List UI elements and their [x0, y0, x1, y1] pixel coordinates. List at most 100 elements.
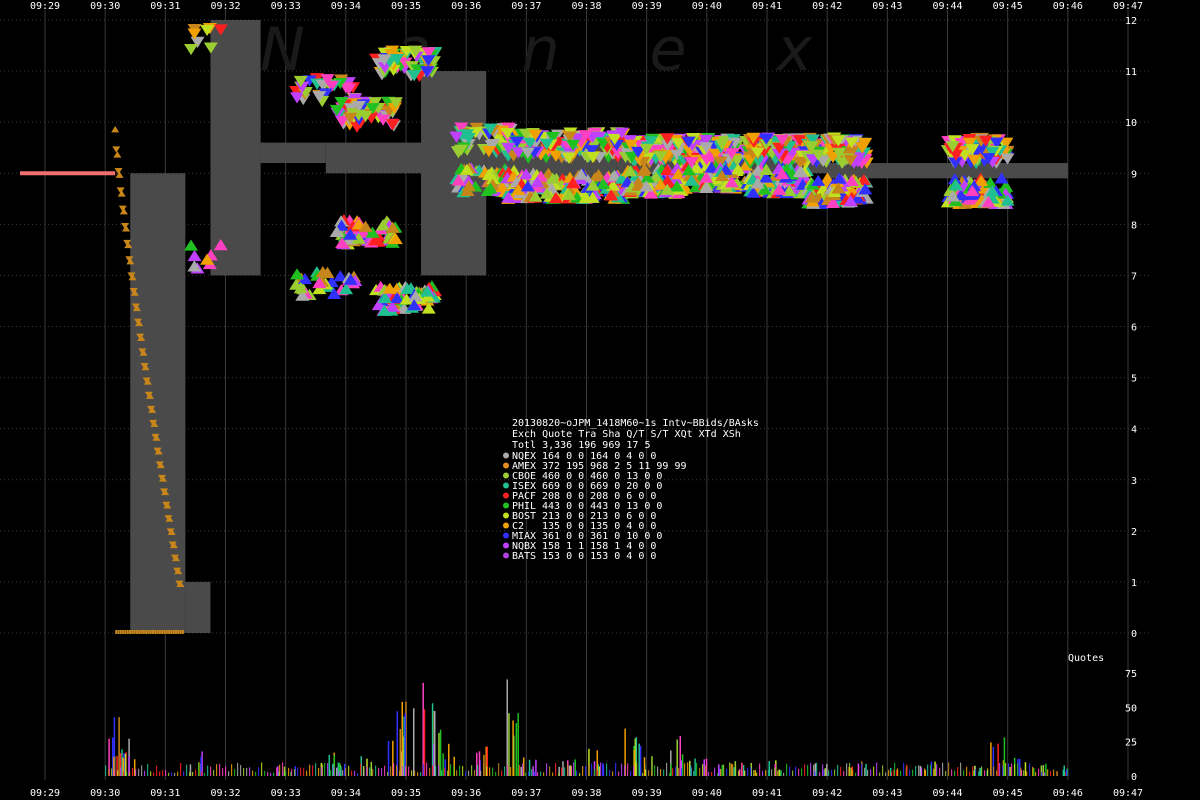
volume-tick-label: 75 [1125, 669, 1137, 680]
volume-bar [264, 770, 266, 776]
volume-bar [606, 763, 608, 776]
y-tick-label: 10 [1125, 118, 1137, 129]
volume-bar [792, 770, 794, 776]
quote-marker [119, 630, 122, 634]
volume-bar [504, 766, 506, 776]
x-tick-label: 09:45 [993, 788, 1023, 799]
volume-bar [690, 765, 692, 776]
y-tick-label: 12 [1125, 16, 1137, 27]
volume-bar [654, 765, 656, 776]
volume-bar [615, 762, 617, 776]
quote-marker [184, 43, 199, 56]
volume-bar [399, 770, 401, 776]
x-tick-label: 09:38 [571, 788, 601, 799]
volume-bar [321, 767, 323, 776]
quote-marker [126, 630, 129, 634]
volume-bar [756, 772, 758, 776]
volume-bar [456, 770, 458, 776]
x-tick-label: 09:36 [451, 1, 481, 12]
volume-bar [267, 772, 269, 776]
volume-bar [618, 771, 620, 776]
volume-bar [422, 682, 424, 776]
volume-bar [381, 768, 383, 776]
x-tick-label: 09:35 [391, 1, 421, 12]
volume-bar [114, 769, 116, 776]
volume-bar [453, 766, 455, 776]
volume-bar [201, 771, 203, 776]
volume-bar [411, 770, 413, 776]
exchange-legend-marker [503, 472, 509, 479]
volume-bar [207, 765, 209, 776]
volume-bar [891, 771, 893, 776]
volume-bar [588, 764, 590, 776]
volume-bar [516, 769, 518, 776]
quote-marker [187, 249, 202, 262]
volume-bar [718, 764, 720, 776]
x-tick-label: 09:29 [30, 788, 60, 799]
x-tick-label: 09:30 [90, 1, 120, 12]
quote-marker [142, 630, 145, 634]
volume-bar [384, 765, 386, 776]
volume-bar [729, 762, 731, 776]
stats-columns: Exch Quote Tra Sha Q/T S/T XQt XTd XSh [512, 429, 741, 440]
volume-bar [705, 765, 707, 776]
volume-bar [177, 771, 179, 776]
quote-marker [113, 151, 122, 158]
volume-bar [417, 772, 419, 776]
volume-bar [663, 769, 665, 776]
volume-bar [1053, 769, 1055, 776]
volume-bar [432, 765, 434, 776]
volume-bar [1041, 771, 1043, 776]
volume-bar [919, 765, 922, 776]
volume-bar [1032, 768, 1035, 776]
volume-bar [687, 762, 689, 776]
volume-bar [678, 768, 680, 776]
stats-row-exch: BATS [512, 551, 536, 562]
x-tick-label: 09:47 [1113, 788, 1143, 799]
volume-bar [558, 772, 560, 776]
volume-bar [447, 770, 449, 776]
volume-bar [942, 762, 944, 776]
volume-bar [228, 771, 230, 776]
volume-bar [402, 766, 404, 776]
volume-bar [723, 764, 725, 776]
chart-canvas: Nanex 09:29 09:30 09:31 09:32 09:33 09:34 09:3… [0, 1, 1150, 799]
volume-bar [828, 770, 830, 776]
stats-row-values: 153 0 0 153 0 4 0 0 [542, 551, 656, 562]
volume-bar [246, 767, 248, 776]
quote-marker [115, 630, 118, 634]
volume-bar [342, 770, 344, 776]
volume-bar [810, 762, 812, 776]
volume-bar [327, 763, 329, 776]
volume-bar [303, 768, 305, 776]
volume-bar [213, 769, 215, 776]
x-tick-label: 09:29 [30, 1, 60, 12]
volume-bar [351, 770, 353, 776]
exchange-legend-marker [503, 502, 509, 509]
volume-bar [750, 767, 752, 776]
volume-bar [873, 766, 875, 776]
volume-bar [903, 763, 905, 776]
volume-bar [945, 770, 947, 776]
volume-bar [609, 769, 611, 776]
volume-bar [360, 763, 362, 776]
volume-bar [459, 765, 461, 776]
volume-bar [225, 766, 227, 776]
volume-bar [996, 770, 998, 776]
volume-bar [951, 769, 953, 776]
volume-bar [1065, 769, 1068, 776]
volume-bar [882, 765, 884, 776]
volume-bar [786, 763, 788, 776]
volume-bar [867, 769, 869, 776]
volume-bar [849, 762, 851, 776]
volume-bar [780, 772, 782, 776]
volume-bar [888, 769, 890, 776]
volume-bar [324, 762, 326, 776]
volume-bar [534, 771, 536, 776]
volume-bar [843, 771, 845, 776]
volume-bar [720, 768, 722, 776]
volume-bar [570, 765, 572, 776]
exchange-legend-marker [503, 512, 509, 519]
volume-bar [765, 770, 767, 776]
quote-marker [147, 630, 150, 634]
